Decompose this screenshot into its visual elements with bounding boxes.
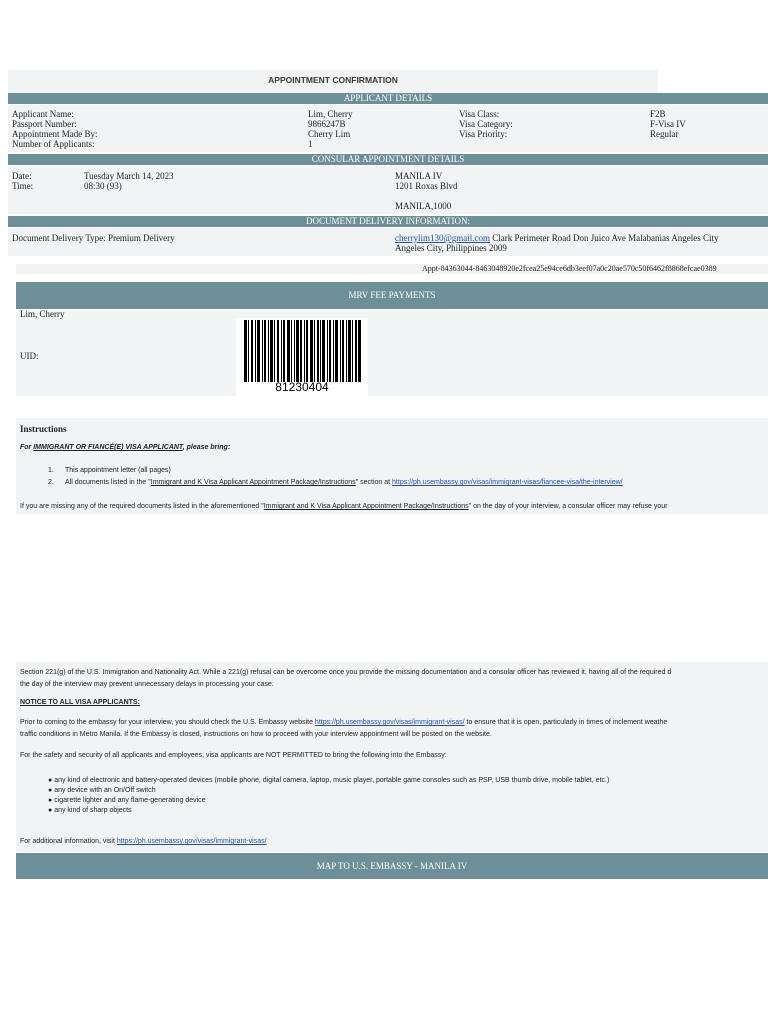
barcode-number: 81230404 — [275, 380, 329, 394]
delivery-type: Document Delivery Type: Premium Delivery — [12, 233, 175, 243]
value-appointment-made-by: Cherry Lim — [308, 129, 351, 139]
label-passport-number: Passport Number: — [12, 119, 77, 129]
package-instructions-link-2[interactable]: Immigrant and K Visa Applicant Appointme… — [264, 503, 469, 510]
visa-values: F2B F-Visa IV Regular — [650, 109, 686, 139]
missing-documents-note: If you are missing any of the required d… — [20, 503, 668, 510]
applicant-values: Lim, Cherry 9866247B Cherry Lim 1 — [308, 109, 353, 149]
bullet-icon: ● — [48, 787, 53, 794]
date-label: Date: — [12, 171, 32, 181]
value-applicant-name: Lim, Cherry — [308, 109, 353, 119]
instruction-item-1: 1. This appointment letter (all pages) — [48, 467, 171, 474]
section221-line2: the day of the interview may prevent unn… — [20, 681, 274, 688]
consulate-name: MANILA IV — [395, 171, 443, 181]
notice-paragraph-1: Prior to coming to the embassy for your … — [20, 719, 668, 726]
list-item: ● cigarette lighter and any flame-genera… — [48, 797, 206, 804]
additional-info-link[interactable]: https://ph.usembassy.gov/visas/immigrant… — [117, 838, 267, 845]
barcode-image: 81230404 — [236, 318, 368, 396]
prohibited-items-list: ● any kind of electronic and battery-ope… — [48, 776, 609, 816]
list-item: ● any kind of electronic and battery-ope… — [48, 777, 610, 784]
section221-line1: Section 221(g) of the U.S. Immigration a… — [20, 669, 672, 676]
delivery-type-label: Document Delivery Type: — [12, 233, 106, 243]
delivery-info-bar: DOCUMENT DELIVERY INFORMATION: — [8, 216, 768, 227]
consulate-location: MANILA IV 1201 Roxas Blvd MANILA,1000 — [395, 171, 458, 211]
instruction-item-2: 2. All documents listed in the "Immigrant… — [48, 479, 623, 486]
value-passport-number: 9866247B — [308, 119, 346, 129]
bullet-icon: ● — [48, 807, 53, 814]
consulate-address-line2: MANILA,1000 — [395, 201, 452, 211]
delivery-address: cherrylim130@gmail.com Clark Perimeter R… — [395, 233, 768, 253]
visa-labels: Visa Class: Visa Category: Visa Priority… — [459, 109, 513, 139]
appointment-id: Appt-84363044-8463048920e2fcea25e94ce6db… — [422, 264, 717, 273]
fiancee-interview-link[interactable]: https://ph.usembassy.gov/visas/immigrant… — [392, 479, 623, 486]
label-visa-category: Visa Category: — [459, 119, 513, 129]
delivery-info-title: DOCUMENT DELIVERY INFORMATION: — [306, 216, 470, 226]
instructions-for-line: For IMMIGRANT OR FIANCÉ(E) VISA APPLICAN… — [20, 444, 231, 451]
delivery-address-line2: Angeles City, Philippines 2009 — [395, 243, 507, 253]
consular-details-bar: CONSULAR APPOINTMENT DETAILS — [8, 154, 768, 165]
mrv-fee-bar: MRV FEE PAYMENTS — [16, 282, 768, 309]
package-instructions-link[interactable]: Immigrant and K Visa Applicant Appointme… — [151, 479, 356, 486]
mrv-payer-name: Lim, Cherry — [20, 309, 65, 319]
page-title: APPOINTMENT CONFIRMATION — [268, 75, 398, 85]
bullet-icon: ● — [48, 777, 53, 784]
uid-label: UID: — [20, 351, 39, 361]
value-visa-priority: Regular — [650, 129, 679, 139]
label-applicant-name: Applicant Name: — [12, 109, 74, 119]
value-visa-class: F2B — [650, 109, 666, 119]
date-value: Tuesday March 14, 2023 — [84, 171, 174, 181]
label-visa-class: Visa Class: — [459, 109, 500, 119]
label-number-of-applicants: Number of Applicants: — [12, 139, 95, 149]
map-bar: MAP TO U.S. EMBASSY - MANILA IV — [16, 853, 768, 879]
time-label: Time: — [12, 181, 34, 191]
list-item: ● any device with an On/Off switch — [48, 787, 156, 794]
label-visa-priority: Visa Priority: — [459, 129, 508, 139]
consulate-address-line1: 1201 Roxas Blvd — [395, 181, 458, 191]
embassy-website-link[interactable]: https://ph.usembassy.gov/visas/immigrant… — [315, 719, 465, 726]
applicant-details-title: APPLICANT DETAILS — [343, 93, 433, 103]
delivery-address-line1: Clark Perimeter Road Don Juico Ave Malab… — [492, 233, 719, 243]
consular-details-title: CONSULAR APPOINTMENT DETAILS — [311, 154, 465, 164]
instructions-heading: Instructions — [20, 424, 67, 434]
notice-paragraph-1-line2: traffic conditions in Metro Manila. If t… — [20, 731, 492, 738]
bullet-icon: ● — [48, 797, 53, 804]
delivery-type-value: Premium Delivery — [107, 233, 175, 243]
mrv-fee-panel — [16, 310, 768, 396]
list-item: ● any kind of sharp objects — [48, 807, 132, 814]
immigrant-applicant-emph: IMMIGRANT OR FIANCÉ(E) VISA APPLICANT — [33, 444, 183, 451]
notice-heading: NOTICE TO ALL VISA APPLICANTS: — [20, 699, 140, 706]
time-value: 08:30 (93) — [84, 181, 122, 191]
delivery-email-link[interactable]: cherrylim130@gmail.com — [395, 233, 490, 243]
applicant-details-bar: APPLICANT DETAILS — [8, 93, 768, 104]
map-title: MAP TO U.S. EMBASSY - MANILA IV — [316, 861, 468, 871]
additional-info-line: For additional information, visit https:… — [20, 838, 267, 845]
label-appointment-made-by: Appointment Made By: — [12, 129, 98, 139]
value-visa-category: F-Visa IV — [650, 119, 686, 129]
mrv-fee-title: MRV FEE PAYMENTS — [348, 290, 436, 300]
notice-paragraph-2: For the safety and security of all appli… — [20, 752, 447, 759]
applicant-labels: Applicant Name: Passport Number: Appoint… — [12, 109, 98, 149]
value-number-of-applicants: 1 — [308, 139, 313, 149]
